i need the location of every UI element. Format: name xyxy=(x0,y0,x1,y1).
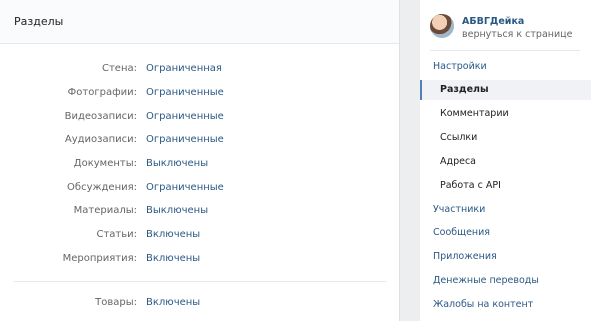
sidebar-item-messages[interactable]: Сообщения xyxy=(420,223,591,243)
setting-value[interactable]: Включены xyxy=(146,252,200,266)
setting-label: Аудиозаписи: xyxy=(64,134,137,145)
setting-row-documents: Документы: Выключены xyxy=(0,157,400,171)
setting-value[interactable]: Выключены xyxy=(146,204,208,218)
setting-value[interactable]: Выключены xyxy=(146,157,208,171)
sidebar-item-api[interactable]: Работа с API xyxy=(420,176,591,196)
setting-value[interactable]: Ограниченные xyxy=(146,181,224,195)
sidebar-item-apps[interactable]: Приложения xyxy=(420,247,591,267)
setting-row-wall: Стена: Ограниченная xyxy=(0,62,400,76)
setting-value[interactable]: Ограниченные xyxy=(146,133,224,147)
setting-row-events: Мероприятия: Включены xyxy=(0,252,400,266)
sidebar-item-content-reports[interactable]: Жалобы на контент xyxy=(420,295,591,315)
setting-value[interactable]: Ограниченные xyxy=(146,110,224,124)
back-to-page-link[interactable]: вернуться к странице xyxy=(462,29,572,40)
setting-label: Фотографии: xyxy=(67,87,137,98)
sidebar-item-addresses[interactable]: Адреса xyxy=(420,152,591,172)
setting-row-discussions: Обсуждения: Ограниченные xyxy=(0,181,400,195)
setting-row-audio: Аудиозаписи: Ограниченные xyxy=(0,133,400,147)
setting-label: Видеозаписи: xyxy=(64,111,137,122)
sidebar-item-comments[interactable]: Комментарии xyxy=(420,104,591,124)
setting-value[interactable]: Включены xyxy=(146,228,200,242)
setting-value[interactable]: Включены xyxy=(146,296,200,310)
setting-label: Статьи: xyxy=(96,229,137,240)
section-divider xyxy=(14,281,386,282)
page-title: Разделы xyxy=(14,15,64,28)
setting-row-articles: Статьи: Включены xyxy=(0,228,400,242)
setting-label: Обсуждения: xyxy=(67,182,137,193)
sidebar-item-links[interactable]: Ссылки xyxy=(420,128,591,148)
setting-value[interactable]: Ограниченная xyxy=(146,62,222,76)
sidebar-item-sections[interactable]: Разделы xyxy=(420,80,591,100)
sidebar-item-money-transfers[interactable]: Денежные переводы xyxy=(420,271,591,291)
sidebar-divider xyxy=(430,50,580,51)
main-panel: Разделы Стена: Ограниченная Фотографии: … xyxy=(0,0,400,321)
setting-row-videos: Видеозаписи: Ограниченные xyxy=(0,110,400,124)
section-header: Разделы xyxy=(0,0,399,44)
setting-label: Материалы: xyxy=(73,205,137,216)
community-name[interactable]: АБВГДейка xyxy=(462,16,524,27)
setting-label: Товары: xyxy=(95,297,137,308)
setting-value[interactable]: Ограниченные xyxy=(146,86,224,100)
setting-label: Мероприятия: xyxy=(62,253,137,264)
settings-sidebar: АБВГДейка вернуться к странице Настройки… xyxy=(420,0,591,321)
avatar[interactable] xyxy=(430,14,454,38)
setting-label: Документы: xyxy=(73,158,137,169)
setting-row-goods: Товары: Включены xyxy=(0,296,400,310)
community-profile[interactable]: АБВГДейка вернуться к странице xyxy=(430,14,590,44)
sidebar-item-settings[interactable]: Настройки xyxy=(420,57,591,77)
setting-row-materials: Материалы: Выключены xyxy=(0,204,400,218)
setting-label: Стена: xyxy=(102,63,137,74)
setting-row-photos: Фотографии: Ограниченные xyxy=(0,86,400,100)
sidebar-item-members[interactable]: Участники xyxy=(420,200,591,220)
